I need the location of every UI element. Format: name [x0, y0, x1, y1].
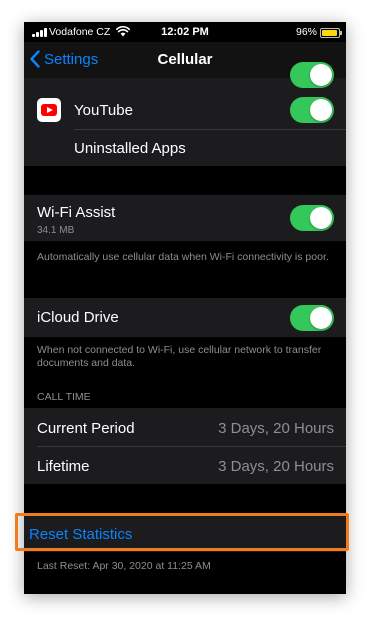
highlight-box	[15, 513, 349, 551]
call-time-header: CALL TIME	[37, 391, 91, 403]
icloud-drive-label: iCloud Drive	[37, 309, 119, 326]
current-period-label: Current Period	[37, 420, 135, 437]
last-reset-text: Last Reset: Apr 30, 2020 at 11:25 AM	[37, 560, 211, 572]
wifi-assist-footnote: Automatically use cellular data when Wi-…	[37, 251, 329, 263]
youtube-cellular-toggle[interactable]	[290, 97, 334, 123]
hidden-app-toggle[interactable]	[290, 62, 334, 88]
apps-group: YouTube Uninstalled Apps	[24, 62, 346, 166]
wifi-assist-toggle[interactable]	[290, 205, 334, 231]
battery-percentage: 96%	[296, 26, 318, 38]
call-time-group: Current Period 3 Days, 20 Hours Lifetime…	[24, 408, 346, 484]
wifi-assist-usage: 34.1 MB	[37, 225, 75, 236]
lifetime-value: 3 Days, 20 Hours	[218, 458, 334, 475]
app-name-youtube: YouTube	[74, 102, 133, 119]
battery-icon	[320, 28, 342, 38]
uninstalled-apps-label: Uninstalled Apps	[74, 140, 186, 157]
current-period-value: 3 Days, 20 Hours	[218, 420, 334, 437]
youtube-icon	[37, 98, 61, 122]
wifi-assist-label: Wi-Fi Assist	[37, 204, 116, 221]
wifi-assist-row: Wi-Fi Assist 34.1 MB	[24, 195, 346, 241]
icloud-drive-footnote: When not connected to Wi-Fi, use cellula…	[37, 344, 322, 369]
icloud-drive-row: iCloud Drive	[24, 298, 346, 337]
status-bar: Vodafone CZ 12:02 PM 96%	[24, 22, 346, 42]
icloud-drive-toggle[interactable]	[290, 305, 334, 331]
lifetime-label: Lifetime	[37, 458, 90, 475]
phone-screen: Vodafone CZ 12:02 PM 96% Settings Cellul…	[24, 22, 346, 594]
